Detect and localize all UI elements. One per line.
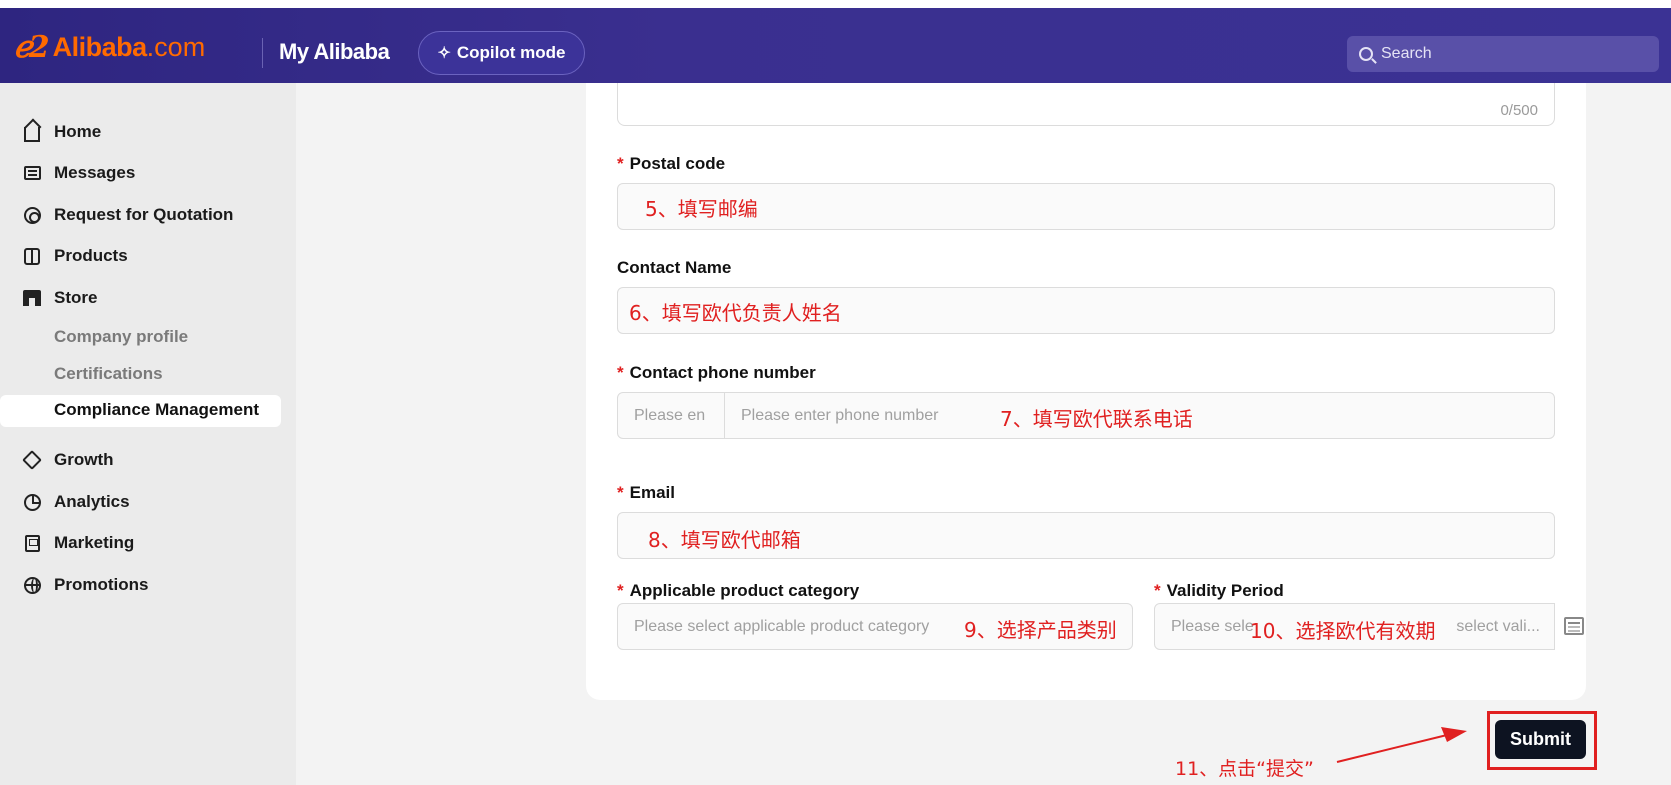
- globe-icon: [22, 575, 42, 595]
- sidebar-item-growth[interactable]: Growth: [22, 448, 114, 472]
- email-label-text: Email: [629, 483, 675, 502]
- country-code-input[interactable]: Please en: [617, 392, 725, 439]
- contact-name-label: Contact Name: [617, 258, 732, 277]
- logo-tld-text: .com: [146, 31, 206, 62]
- section-title[interactable]: My Alibaba: [279, 39, 390, 65]
- arrow-icon: [1336, 727, 1467, 763]
- diamond-icon: [22, 450, 42, 470]
- country-code-placeholder: Please en: [634, 406, 706, 424]
- address-textarea[interactable]: 0/500: [617, 83, 1555, 126]
- top-header: ℯ2 Alibaba .com My Alibaba ✧ Copilot mod…: [0, 8, 1671, 83]
- header-divider: [262, 38, 263, 68]
- sidebar-item-store[interactable]: Store: [22, 286, 97, 310]
- top-strip: [0, 0, 1671, 8]
- email-annotation: 8、填写欧代邮箱: [648, 528, 801, 552]
- sidebar-item-analytics[interactable]: Analytics: [22, 490, 130, 514]
- alibaba-logo[interactable]: ℯ2 Alibaba .com: [14, 29, 206, 65]
- message-icon: [22, 163, 42, 183]
- sidebar: Home Messages Request for Quotation Prod…: [0, 83, 296, 785]
- sidebar-item-label: Store: [54, 288, 98, 307]
- submit-button[interactable]: Submit: [1495, 720, 1586, 759]
- sidebar-item-rfq[interactable]: Request for Quotation: [22, 203, 233, 227]
- product-category-annotation: 9、选择产品类别: [962, 614, 1117, 643]
- required-mark: *: [1154, 581, 1161, 600]
- postal-code-annotation: 5、填写邮编: [645, 197, 758, 221]
- contact-phone-label-text: Contact phone number: [629, 363, 816, 382]
- sidebar-item-label: Products: [54, 246, 128, 265]
- email-label: * Email: [617, 483, 675, 503]
- copilot-mode-button[interactable]: ✧ Copilot mode: [418, 31, 585, 75]
- product-category-placeholder: Please select applicable product categor…: [634, 617, 930, 635]
- product-category-label-text: Applicable product category: [629, 581, 860, 600]
- required-mark: *: [617, 581, 624, 600]
- search-placeholder: Search: [1381, 45, 1432, 62]
- required-mark: *: [617, 483, 624, 502]
- sidebar-item-products[interactable]: Products: [22, 244, 128, 268]
- ad-icon: [22, 533, 42, 553]
- store-icon: [22, 288, 42, 308]
- submit-annotation: 11、点击“提交”: [1175, 758, 1314, 780]
- sidebar-item-label: Request for Quotation: [54, 205, 234, 224]
- phone-number-placeholder: Please enter phone number: [741, 406, 939, 424]
- sidebar-subitem-company-profile[interactable]: Company profile: [54, 327, 188, 347]
- contact-phone-label: * Contact phone number: [617, 363, 816, 383]
- sidebar-item-home[interactable]: Home: [22, 120, 101, 144]
- validity-period-annotation: 10、选择欧代有效期: [1250, 619, 1436, 643]
- required-mark: *: [617, 154, 624, 173]
- sidebar-item-label: Marketing: [54, 533, 135, 552]
- product-category-label: * Applicable product category: [617, 581, 859, 601]
- validity-period-label-text: Validity Period: [1166, 581, 1284, 600]
- pie-chart-icon: [22, 492, 42, 512]
- sidebar-item-messages[interactable]: Messages: [22, 161, 135, 185]
- sidebar-item-label: Analytics: [54, 492, 130, 511]
- sidebar-item-promotions[interactable]: Promotions: [22, 573, 148, 597]
- sparkle-icon: ✧: [437, 45, 451, 62]
- validity-end-placeholder: select vali...: [1456, 617, 1540, 635]
- required-mark: *: [617, 363, 624, 382]
- sidebar-subitem-compliance-management[interactable]: Compliance Management: [54, 400, 259, 420]
- postal-code-label: * Postal code: [617, 154, 725, 174]
- sidebar-item-label: Growth: [54, 450, 114, 469]
- alibaba-logo-mark: ℯ2: [14, 29, 50, 65]
- contact-phone-annotation: 7、填写欧代联系电话: [1000, 407, 1193, 431]
- sidebar-item-label: Messages: [54, 163, 136, 182]
- sidebar-item-label: Home: [54, 122, 102, 141]
- sidebar-item-label: Promotions: [54, 575, 149, 594]
- copilot-mode-label: Copilot mode: [456, 43, 566, 62]
- search-icon: [1359, 47, 1373, 61]
- home-icon: [22, 122, 42, 142]
- sidebar-subitem-certifications[interactable]: Certifications: [54, 364, 163, 384]
- contact-name-annotation: 6、填写欧代负责人姓名: [629, 301, 842, 325]
- sidebar-item-marketing[interactable]: Marketing: [22, 531, 134, 555]
- box-icon: [22, 246, 42, 266]
- character-counter: 0/500: [1500, 102, 1538, 119]
- search-input[interactable]: Search: [1347, 36, 1659, 72]
- logo-brand-text: Alibaba: [52, 31, 148, 62]
- calendar-icon[interactable]: [1564, 617, 1584, 635]
- validity-period-label: * Validity Period: [1154, 581, 1284, 601]
- postal-code-label-text: Postal code: [629, 154, 726, 173]
- validity-start-placeholder: Please sele: [1171, 617, 1254, 635]
- target-icon: [22, 205, 42, 225]
